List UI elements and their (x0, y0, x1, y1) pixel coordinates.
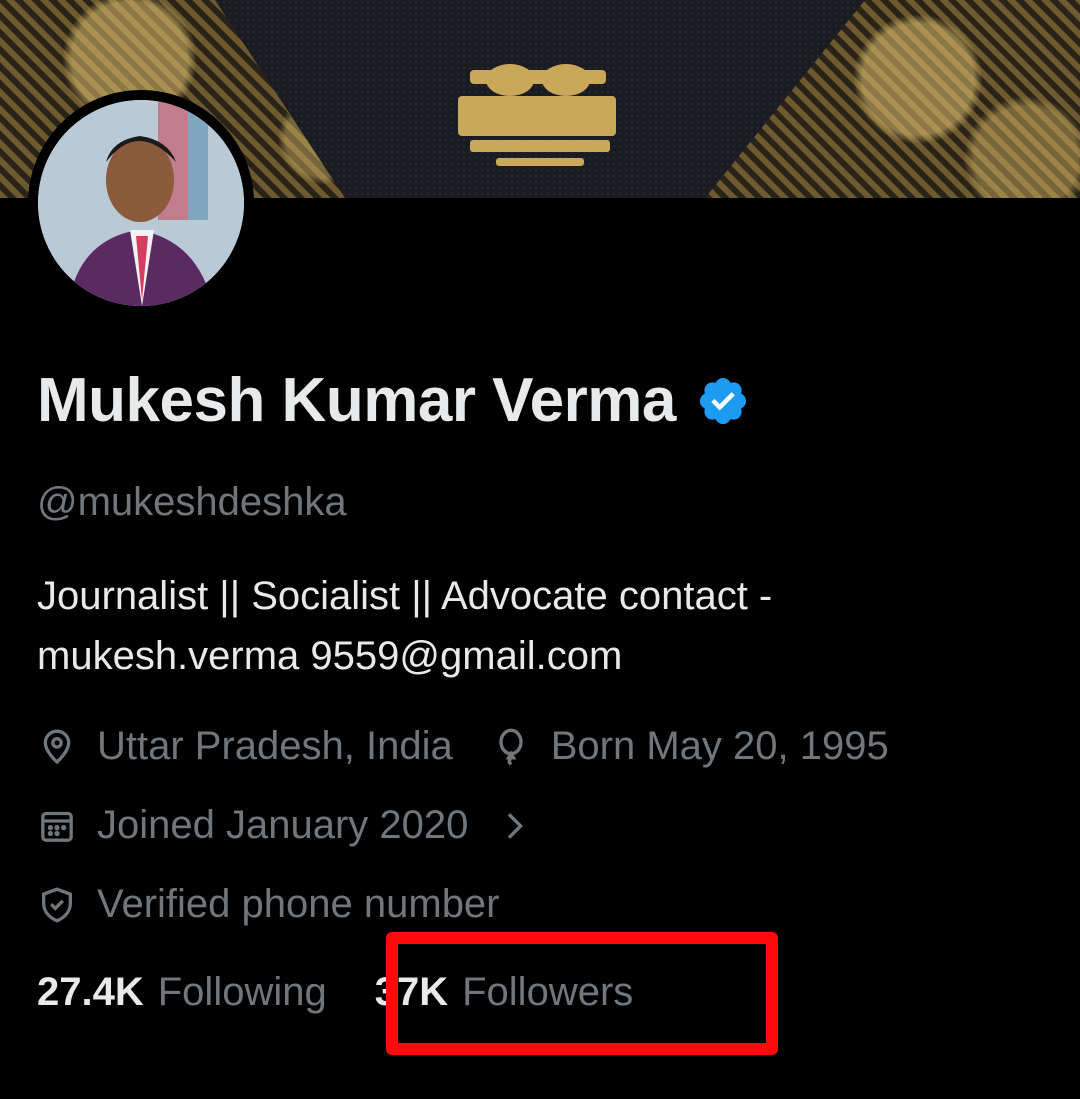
chevron-right-icon[interactable] (494, 806, 534, 846)
followers-highlight-annotation (386, 932, 778, 1055)
shield-check-icon (37, 885, 77, 925)
balloon-icon (491, 727, 531, 767)
joined-text: Joined January 2020 (97, 803, 469, 847)
profile-handle: @mukeshdeshka (37, 480, 347, 524)
phone-text: Verified phone number (97, 882, 500, 926)
location-pin-icon (37, 727, 77, 767)
following-count: 27.4K (37, 970, 144, 1014)
avatar[interactable] (28, 90, 254, 316)
meta-row-3: Verified phone number (37, 882, 538, 927)
phone-item: Verified phone number (37, 882, 500, 927)
meta-row-2[interactable]: Joined January 2020 (37, 803, 572, 848)
meta-row-1: Uttar Pradesh, India Born May 20, 1995 (37, 724, 927, 769)
profile-name: Mukesh Kumar Verma (37, 366, 676, 435)
birthday-text: Born May 20, 1995 (550, 724, 889, 768)
joined-item[interactable]: Joined January 2020 (37, 803, 534, 848)
birthday-item: Born May 20, 1995 (491, 724, 889, 769)
avatar-photo (38, 100, 244, 306)
location-item: Uttar Pradesh, India (37, 724, 453, 769)
profile-bio: Journalist || Socialist || Advocate cont… (37, 574, 773, 678)
profile-name-row: Mukesh Kumar Verma (37, 365, 750, 436)
emblem-icon (458, 64, 616, 166)
verified-badge-icon[interactable] (696, 374, 750, 428)
following-link[interactable]: 27.4K Following (37, 970, 327, 1015)
following-label: Following (157, 970, 327, 1014)
calendar-icon (37, 806, 77, 846)
location-text: Uttar Pradesh, India (97, 724, 453, 768)
